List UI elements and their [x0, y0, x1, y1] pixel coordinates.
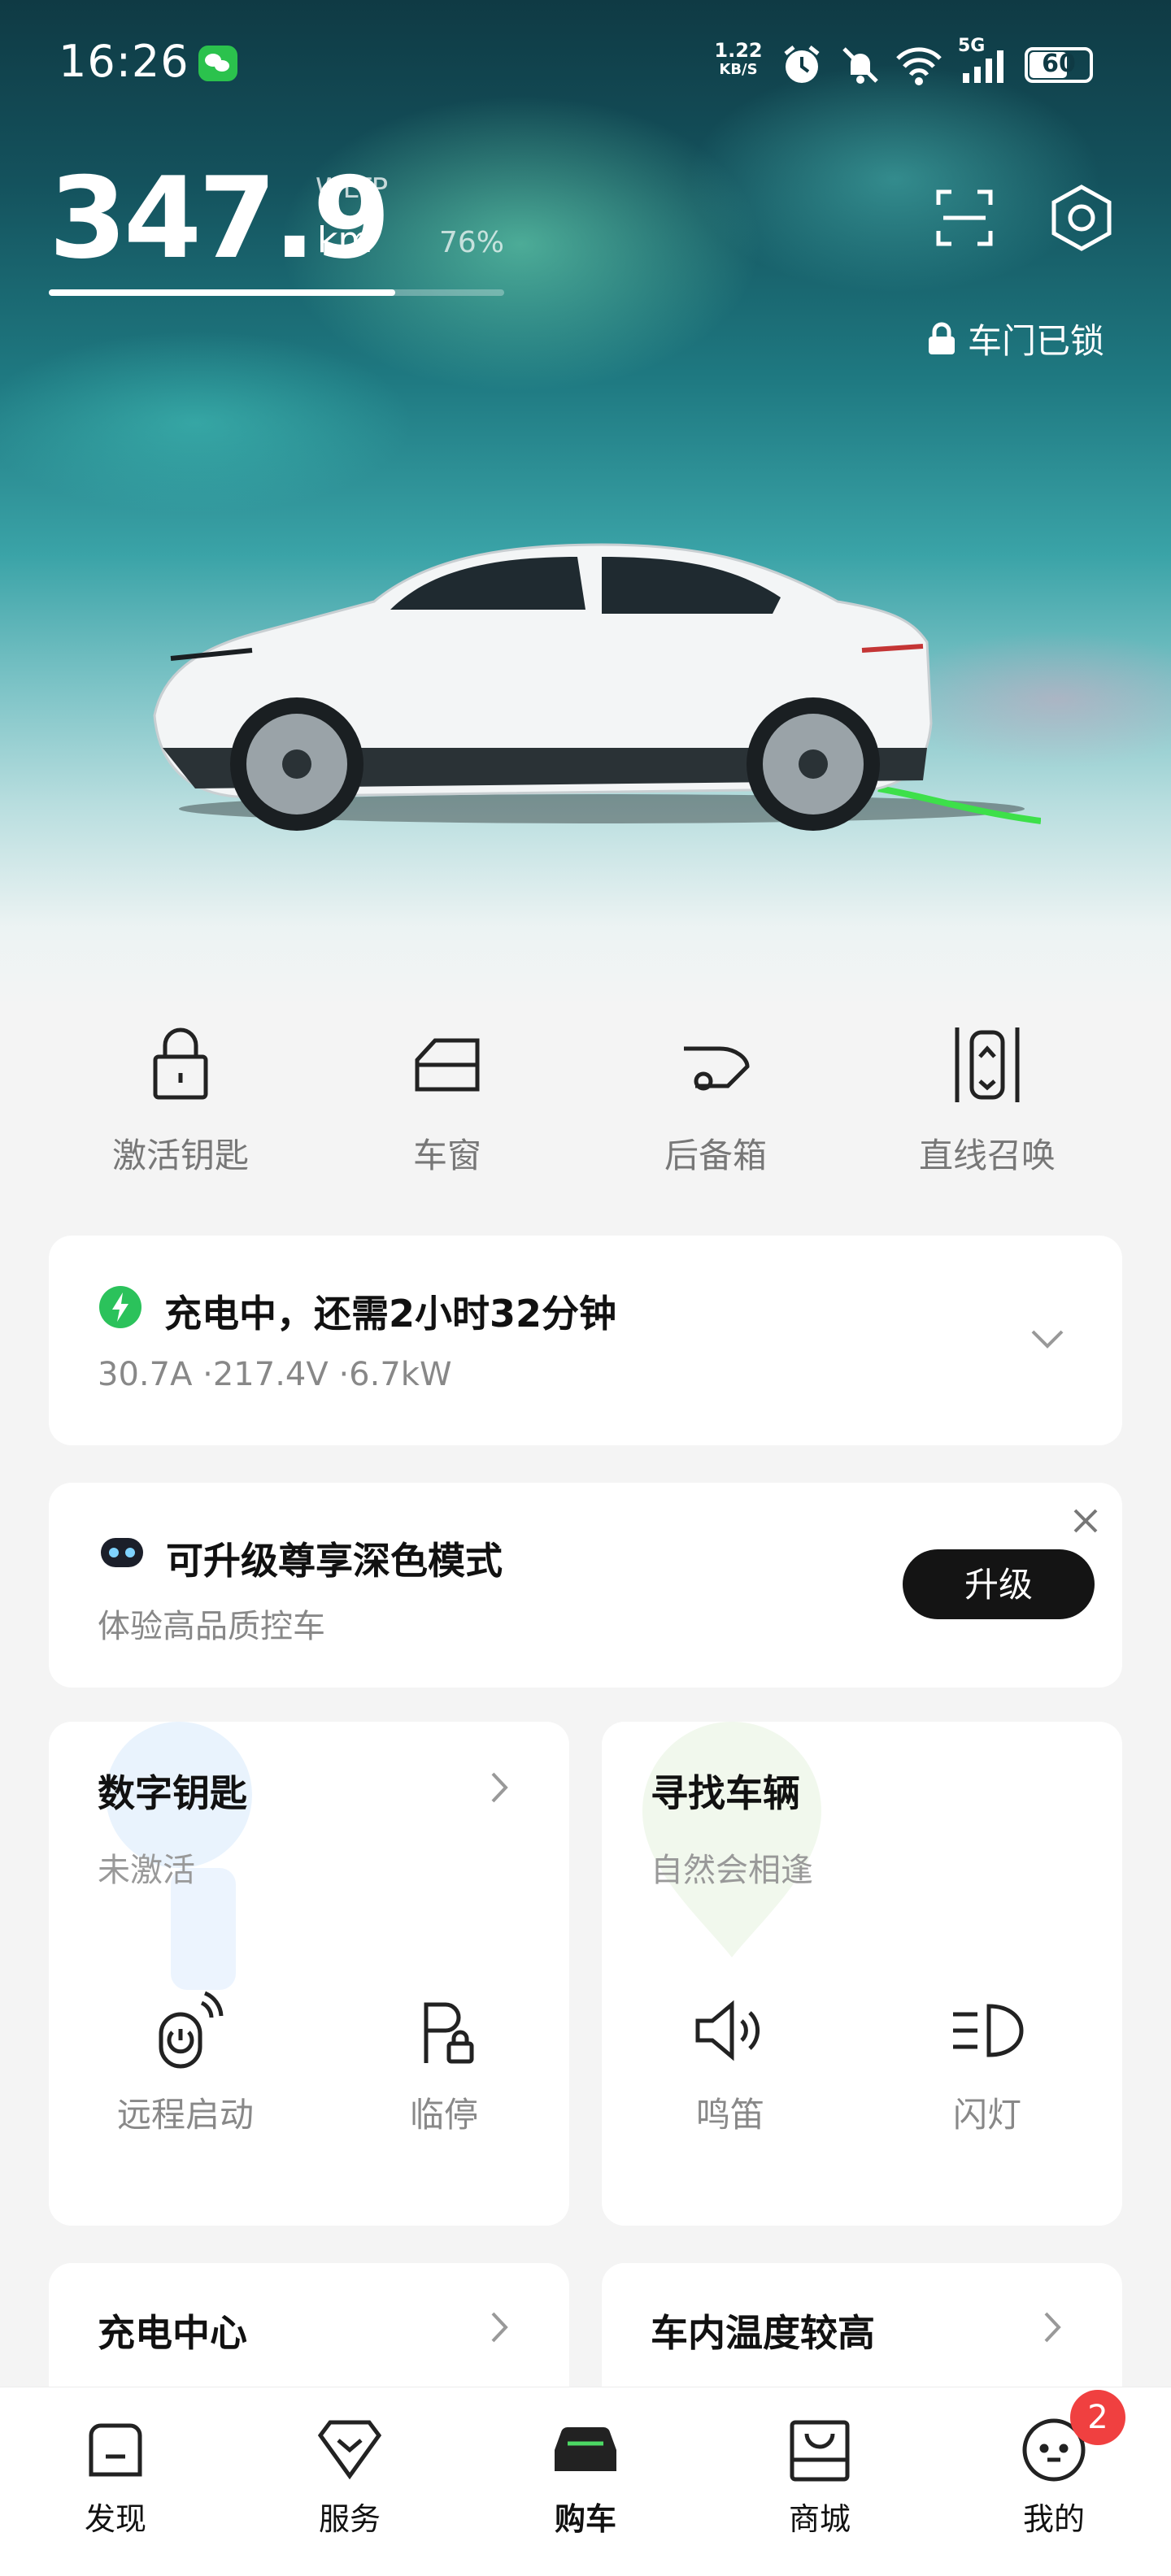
- car-image: [153, 543, 1041, 831]
- nav-item-service[interactable]: 服务: [268, 2411, 431, 2539]
- car-icon: [546, 2411, 625, 2489]
- find-car-card[interactable]: 寻找车辆 自然会相逢 鸣笛 闪灯: [602, 1722, 1122, 2226]
- find-car-title: 寻找车辆: [651, 1771, 800, 1815]
- promo-title: 可升级尊享深色模式: [166, 1539, 503, 1583]
- range-unit: km: [317, 219, 373, 261]
- chevron-right-icon: [1038, 2307, 1067, 2348]
- battery-level: 60: [1042, 50, 1076, 78]
- digital-key-title: 数字钥匙: [98, 1771, 247, 1815]
- notification-badge: 2: [1070, 2390, 1125, 2445]
- network-speed: 1.22 KB/S: [712, 41, 764, 80]
- temporary-parking-label: 临停: [409, 2095, 478, 2135]
- remote-start-button[interactable]: 远程启动: [96, 1990, 275, 2137]
- nav-label: 发现: [84, 2501, 146, 2537]
- status-time: 16:26: [59, 36, 189, 87]
- flash-lights-button[interactable]: 闪灯: [898, 1990, 1077, 2137]
- door-lock-status[interactable]: 车门已锁: [927, 314, 1104, 363]
- headlight-icon: [947, 1990, 1028, 2071]
- charging-details: 30.7A ·217.4V ·6.7kW: [98, 1356, 452, 1393]
- honk-label: 鸣笛: [695, 2095, 764, 2135]
- network-speed-value: 1.22: [714, 39, 763, 62]
- lock-icon: [144, 1024, 217, 1106]
- settings-icon[interactable]: [1046, 182, 1117, 254]
- quick-action-activate-key[interactable]: 激活钥匙: [75, 1024, 286, 1178]
- parking-lock-icon: [403, 1990, 485, 2071]
- chevron-down-icon[interactable]: [1026, 1323, 1069, 1356]
- scan-icon[interactable]: [930, 184, 999, 252]
- digital-key-card[interactable]: 数字钥匙 未激活 远程启动 临停: [49, 1722, 569, 2226]
- padlock-icon: [929, 322, 955, 354]
- range-standard: WLTP: [316, 172, 389, 205]
- mute-notification-icon: [838, 42, 883, 88]
- find-car-subtitle: 自然会相逢: [651, 1852, 813, 1889]
- network-type: 5G: [958, 36, 986, 56]
- nav-label: 服务: [318, 2501, 381, 2537]
- discover-icon: [76, 2411, 155, 2489]
- robot-icon: [98, 1535, 146, 1570]
- summon-icon: [951, 1024, 1024, 1106]
- nav-label: 商城: [788, 2501, 851, 2537]
- mall-icon: [781, 2411, 859, 2489]
- quick-action-trunk[interactable]: 后备箱: [610, 1024, 821, 1178]
- cabin-temperature-title: 车内温度较高: [651, 2311, 875, 2355]
- temporary-parking-button[interactable]: 临停: [355, 1990, 533, 2137]
- nav-item-discover[interactable]: 发现: [34, 2411, 197, 2539]
- horn-icon: [690, 1990, 771, 2071]
- network-speed-unit: KB/S: [719, 61, 758, 78]
- window-icon: [411, 1024, 484, 1106]
- alarm-icon: [779, 42, 825, 88]
- quick-action-window[interactable]: 车窗: [342, 1024, 553, 1178]
- cellular-icon: 5G: [958, 36, 1015, 88]
- digital-key-status: 未激活: [98, 1852, 195, 1889]
- upgrade-button[interactable]: 升级: [903, 1549, 1095, 1619]
- promo-subtitle: 体验高品质控车: [98, 1608, 325, 1645]
- nav-label: 购车: [554, 2501, 616, 2537]
- close-icon[interactable]: [1065, 1501, 1106, 1541]
- quick-action-label: 车窗: [412, 1136, 481, 1175]
- remote-start-icon: [145, 1990, 226, 2071]
- quick-action-label: 直线召唤: [918, 1136, 1056, 1175]
- quick-action-summon[interactable]: 直线召唤: [882, 1024, 1093, 1178]
- charging-card[interactable]: [49, 1236, 1122, 1445]
- flash-lights-label: 闪灯: [952, 2095, 1021, 2135]
- battery-bar: [49, 289, 504, 296]
- service-icon: [311, 2411, 389, 2489]
- wifi-icon: [895, 42, 942, 88]
- door-lock-label: 车门已锁: [968, 321, 1105, 361]
- wechat-icon: [198, 46, 237, 81]
- nav-item-buy-car[interactable]: 购车: [504, 2411, 667, 2539]
- charge-center-title: 充电中心: [98, 2311, 247, 2355]
- quick-action-label: 激活钥匙: [111, 1136, 249, 1175]
- battery-bar-fill: [49, 289, 395, 296]
- chevron-right-icon: [485, 2307, 514, 2348]
- trunk-icon: [679, 1024, 752, 1106]
- quick-action-label: 后备箱: [664, 1136, 767, 1175]
- battery-icon: 60: [1025, 47, 1093, 83]
- remote-start-label: 远程启动: [116, 2095, 254, 2135]
- nav-label: 我的: [1022, 2501, 1085, 2537]
- charging-bolt-icon: [99, 1286, 141, 1328]
- honk-button[interactable]: 鸣笛: [641, 1990, 820, 2137]
- nav-item-mall[interactable]: 商城: [738, 2411, 901, 2539]
- battery-percent: 76%: [439, 226, 505, 259]
- charging-title: 充电中，还需2小时32分钟: [164, 1292, 617, 1336]
- chevron-right-icon: [485, 1767, 514, 1808]
- hero-background: [0, 0, 1171, 1008]
